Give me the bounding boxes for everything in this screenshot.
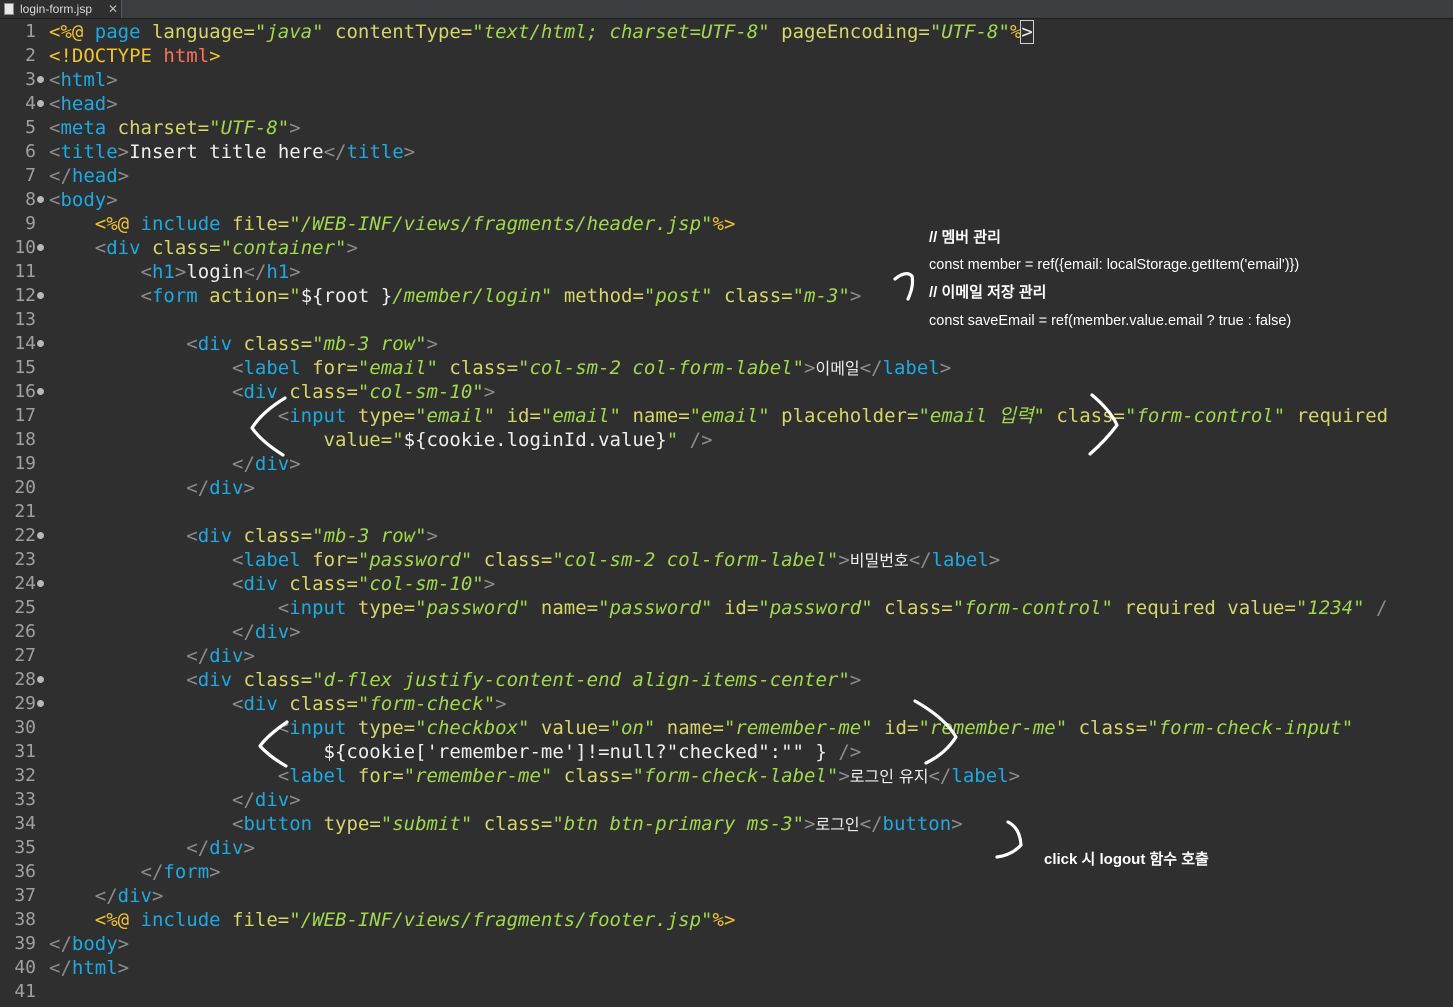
handwritten-bracket-close-17 bbox=[1088, 393, 1119, 456]
handwritten-bracket-open-17 bbox=[250, 396, 287, 457]
handwritten-mark-line34 bbox=[995, 820, 1023, 859]
handwritten-bracket-close-30 bbox=[913, 699, 958, 765]
handwritten-mark-line12 bbox=[893, 272, 915, 301]
handwritten-marks bbox=[250, 272, 1119, 859]
handwritten-bracket-open-30 bbox=[258, 720, 289, 768]
